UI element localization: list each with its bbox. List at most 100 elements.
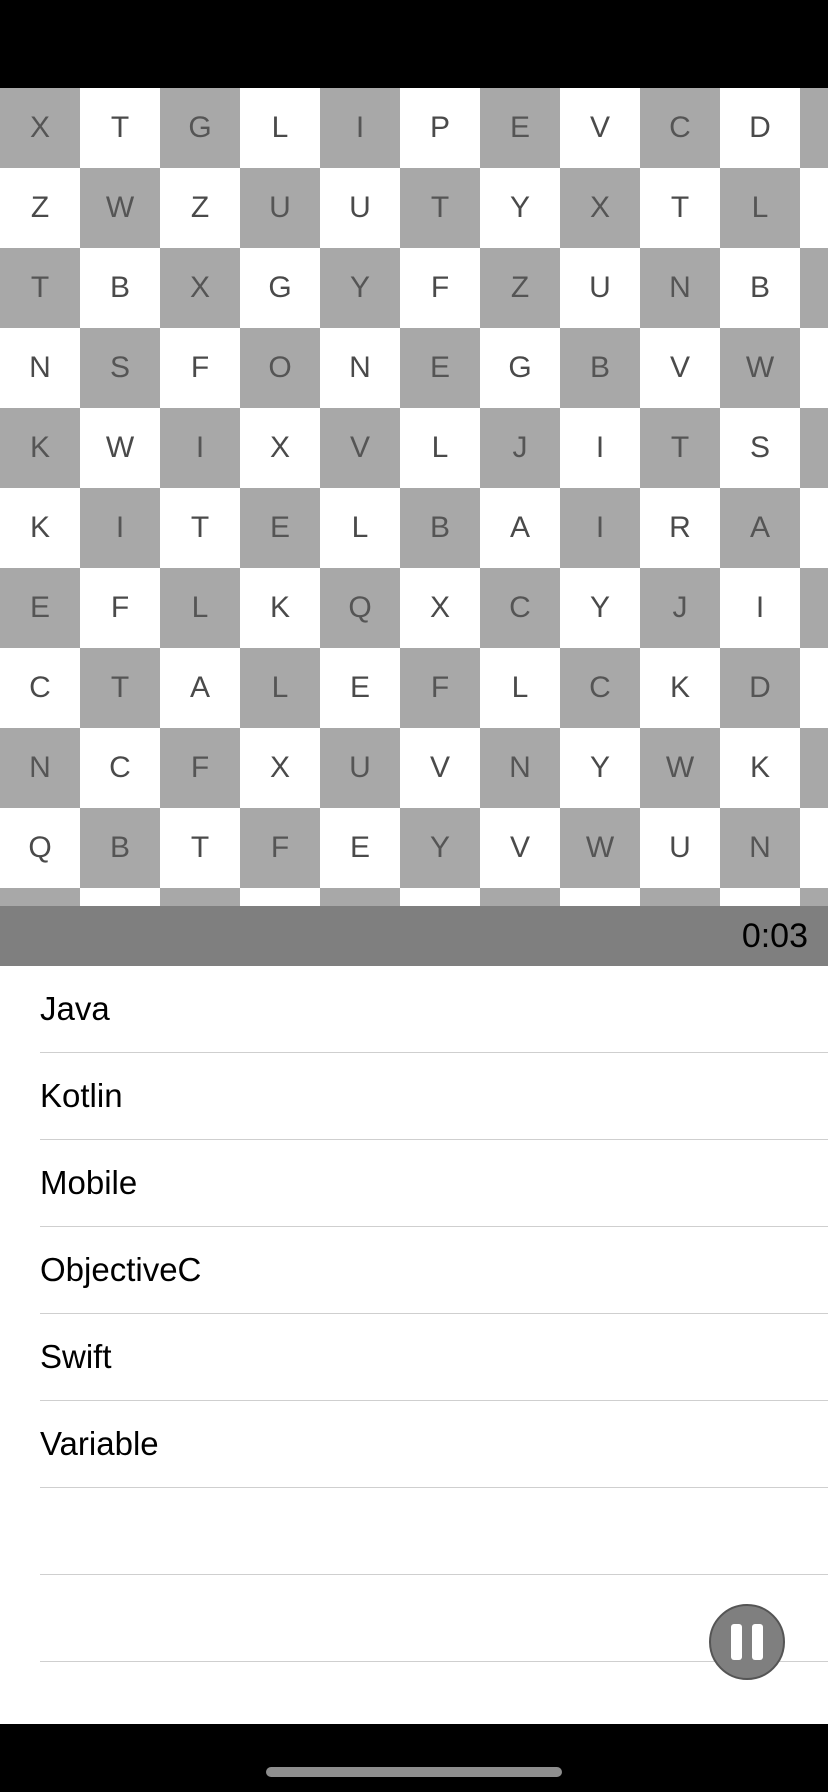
grid-cell[interactable]: T [160,808,240,888]
grid-cell[interactable]: F [160,328,240,408]
grid-cell[interactable]: T [400,168,480,248]
grid-cell[interactable]: N [0,328,80,408]
grid-cell[interactable]: B [80,248,160,328]
grid-cell[interactable]: E [320,808,400,888]
grid-cell[interactable]: N [0,728,80,808]
grid-cell[interactable]: I [160,408,240,488]
grid-cell[interactable]: O [240,328,320,408]
grid-cell[interactable]: D [720,88,800,168]
grid-cell[interactable] [640,888,720,906]
grid-cell[interactable] [800,888,828,906]
grid-cell[interactable]: V [560,88,640,168]
grid-cell[interactable]: V [320,408,400,488]
grid-cell[interactable]: X [0,88,80,168]
grid-cell[interactable]: E [400,328,480,408]
grid-cell[interactable]: G [480,328,560,408]
grid-cell[interactable] [0,888,80,906]
grid-cell[interactable] [800,568,828,648]
grid-cell[interactable]: T [80,648,160,728]
grid-cell[interactable]: X [400,568,480,648]
grid-cell[interactable]: F [80,568,160,648]
grid-cell[interactable] [800,88,828,168]
grid-cell[interactable]: L [240,648,320,728]
grid-cell[interactable]: A [480,488,560,568]
grid-cell[interactable]: N [480,728,560,808]
grid-cell[interactable]: R [640,488,720,568]
grid-cell[interactable]: C [80,728,160,808]
grid-cell[interactable]: D [720,648,800,728]
grid-cell[interactable]: K [640,648,720,728]
grid-cell[interactable]: B [720,248,800,328]
grid-cell[interactable]: A [720,488,800,568]
grid-cell[interactable]: F [240,808,320,888]
grid-cell[interactable]: T [80,88,160,168]
grid-cell[interactable]: S [720,408,800,488]
grid-cell[interactable]: Y [560,728,640,808]
pause-button[interactable] [709,1604,785,1680]
grid-cell[interactable]: G [160,88,240,168]
grid-cell[interactable] [800,488,828,568]
grid-cell[interactable]: F [400,648,480,728]
grid-cell[interactable] [800,248,828,328]
grid-cell[interactable]: K [240,568,320,648]
grid-cell[interactable] [160,888,240,906]
grid-cell[interactable]: X [560,168,640,248]
grid-cell[interactable]: V [400,728,480,808]
grid-cell[interactable]: T [0,248,80,328]
grid-cell[interactable]: L [160,568,240,648]
grid-cell[interactable]: X [240,408,320,488]
grid-cell[interactable]: N [320,328,400,408]
home-indicator[interactable] [266,1767,562,1777]
letter-grid[interactable]: XTGLIPEVCDZWZUUTYXTLTBXGYFZUNBNSFONEGBVW… [0,88,828,906]
grid-cell[interactable] [800,328,828,408]
grid-cell[interactable]: Y [320,248,400,328]
grid-cell[interactable]: J [480,408,560,488]
grid-cell[interactable]: I [560,408,640,488]
grid-cell[interactable]: I [720,568,800,648]
grid-cell[interactable]: W [80,168,160,248]
grid-cell[interactable]: B [400,488,480,568]
grid-cell[interactable] [800,728,828,808]
grid-cell[interactable]: E [320,648,400,728]
grid-cell[interactable] [800,408,828,488]
grid-cell[interactable]: J [640,568,720,648]
grid-cell[interactable]: Y [480,168,560,248]
grid-cell[interactable] [560,888,640,906]
grid-cell[interactable]: N [640,248,720,328]
grid-cell[interactable]: G [240,248,320,328]
grid-cell[interactable]: I [320,88,400,168]
grid-cell[interactable]: X [160,248,240,328]
grid-cell[interactable]: Z [480,248,560,328]
grid-cell[interactable]: T [640,168,720,248]
grid-cell[interactable]: A [160,648,240,728]
grid-cell[interactable]: T [160,488,240,568]
grid-cell[interactable]: B [560,328,640,408]
grid-cell[interactable]: C [560,648,640,728]
grid-cell[interactable]: W [640,728,720,808]
grid-cell[interactable]: S [80,328,160,408]
grid-cell[interactable]: Z [0,168,80,248]
grid-cell[interactable]: K [0,408,80,488]
grid-cell[interactable]: V [640,328,720,408]
grid-cell[interactable]: Z [160,168,240,248]
grid-cell[interactable]: Y [400,808,480,888]
grid-cell[interactable]: L [720,168,800,248]
grid-cell[interactable] [720,888,800,906]
grid-cell[interactable]: L [320,488,400,568]
grid-cell[interactable] [240,888,320,906]
grid-cell[interactable] [800,648,828,728]
grid-cell[interactable] [320,888,400,906]
grid-cell[interactable]: L [240,88,320,168]
grid-cell[interactable]: U [560,248,640,328]
grid-cell[interactable]: E [480,88,560,168]
grid-cell[interactable]: U [640,808,720,888]
grid-cell[interactable]: W [560,808,640,888]
grid-cell[interactable]: I [560,488,640,568]
grid-cell[interactable]: L [400,408,480,488]
grid-cell[interactable] [800,168,828,248]
grid-cell[interactable]: L [480,648,560,728]
grid-cell[interactable] [400,888,480,906]
grid-cell[interactable]: C [640,88,720,168]
grid-cell[interactable]: I [80,488,160,568]
grid-cell[interactable]: W [80,408,160,488]
